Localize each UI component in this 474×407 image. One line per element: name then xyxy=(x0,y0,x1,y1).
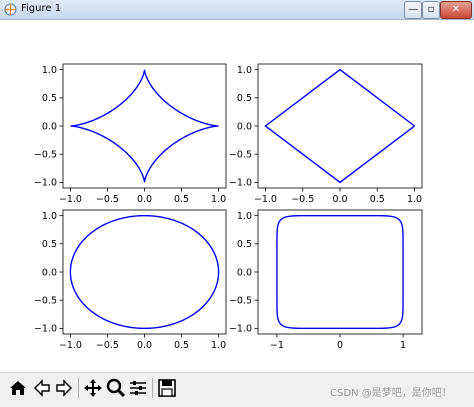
window-title: Figure 1 xyxy=(21,3,62,14)
x-tick-label: −0.5 xyxy=(96,340,119,351)
x-tick-label: 0.5 xyxy=(174,194,189,205)
axes-frame xyxy=(257,63,423,189)
pan-icon[interactable] xyxy=(82,377,104,399)
forward-icon[interactable] xyxy=(53,377,75,399)
y-tick-label: −0.5 xyxy=(34,149,57,160)
y-tick-label: −0.5 xyxy=(34,295,57,306)
x-tick-label: 0 xyxy=(337,340,343,351)
x-tick-label: 1.0 xyxy=(211,194,226,205)
y-tick-label: 0.5 xyxy=(42,239,57,250)
x-tick-label: −0.5 xyxy=(291,194,314,205)
axes-frame xyxy=(62,63,227,189)
axes-frame xyxy=(62,209,227,335)
zoom-icon[interactable] xyxy=(105,377,127,399)
toolbar-separator xyxy=(152,378,153,398)
close-button[interactable]: ✕ xyxy=(440,1,472,19)
y-tick-label: −1.0 xyxy=(34,324,57,335)
back-icon[interactable] xyxy=(31,377,53,399)
maximize-button[interactable]: ▫ xyxy=(422,1,440,19)
y-tick-label: 1.0 xyxy=(42,65,57,76)
y-tick-label: −1.0 xyxy=(229,324,252,335)
y-tick-label: 1.0 xyxy=(237,65,252,76)
x-tick-label: 0.0 xyxy=(137,340,152,351)
y-tick-label: −0.5 xyxy=(229,295,252,306)
x-tick-label: 1.0 xyxy=(211,340,226,351)
y-tick-label: 0.0 xyxy=(237,121,252,132)
x-tick-label: 1.0 xyxy=(407,194,422,205)
minimize-button[interactable]: — xyxy=(404,1,422,19)
y-tick-label: 0.0 xyxy=(42,121,57,132)
save-icon[interactable] xyxy=(156,377,178,399)
app-icon xyxy=(4,3,17,16)
y-tick-label: −0.5 xyxy=(229,149,252,160)
y-tick-label: 1.0 xyxy=(237,211,252,222)
axes-frame xyxy=(257,209,423,335)
x-tick-label: 0.0 xyxy=(137,194,152,205)
y-tick-label: 0.5 xyxy=(42,93,57,104)
watermark-text: CSDN @是梦吧，是你吧！ xyxy=(330,388,452,399)
x-tick-label: −1 xyxy=(270,340,284,351)
figure-canvas[interactable]: −1.0 −0.5 0.0 0.5 1.0 1.0 0.5 0.0 −0.5 −1.0 −1.0 −0… xyxy=(0,20,474,390)
home-icon[interactable] xyxy=(7,377,29,399)
x-tick-label: −1.0 xyxy=(59,340,82,351)
figure-svg: −1.0 −0.5 0.0 0.5 1.01.00.50.0−0.5−1.0−1.0 −0… xyxy=(34,63,423,351)
x-tick-label: −1.0 xyxy=(254,194,277,205)
y-tick-label: −1.0 xyxy=(229,178,252,189)
y-tick-label: 0.0 xyxy=(237,267,252,278)
subplots-icon[interactable] xyxy=(127,377,149,399)
x-tick-label: 1 xyxy=(400,340,406,351)
x-tick-label: 0.5 xyxy=(370,194,385,205)
y-tick-label: −1.0 xyxy=(34,178,57,189)
toolbar-separator xyxy=(78,378,79,398)
x-tick-label: 0.0 xyxy=(332,194,347,205)
x-tick-label: −1.0 xyxy=(59,194,82,205)
title-bar: Figure 1 — ▫ ✕ xyxy=(0,0,474,20)
y-tick-label: 0.0 xyxy=(42,267,57,278)
y-tick-label: 0.5 xyxy=(237,93,252,104)
y-tick-label: 1.0 xyxy=(42,211,57,222)
y-tick-label: 0.5 xyxy=(237,239,252,250)
x-tick-label: −0.5 xyxy=(96,194,119,205)
x-tick-label: 0.5 xyxy=(174,340,189,351)
